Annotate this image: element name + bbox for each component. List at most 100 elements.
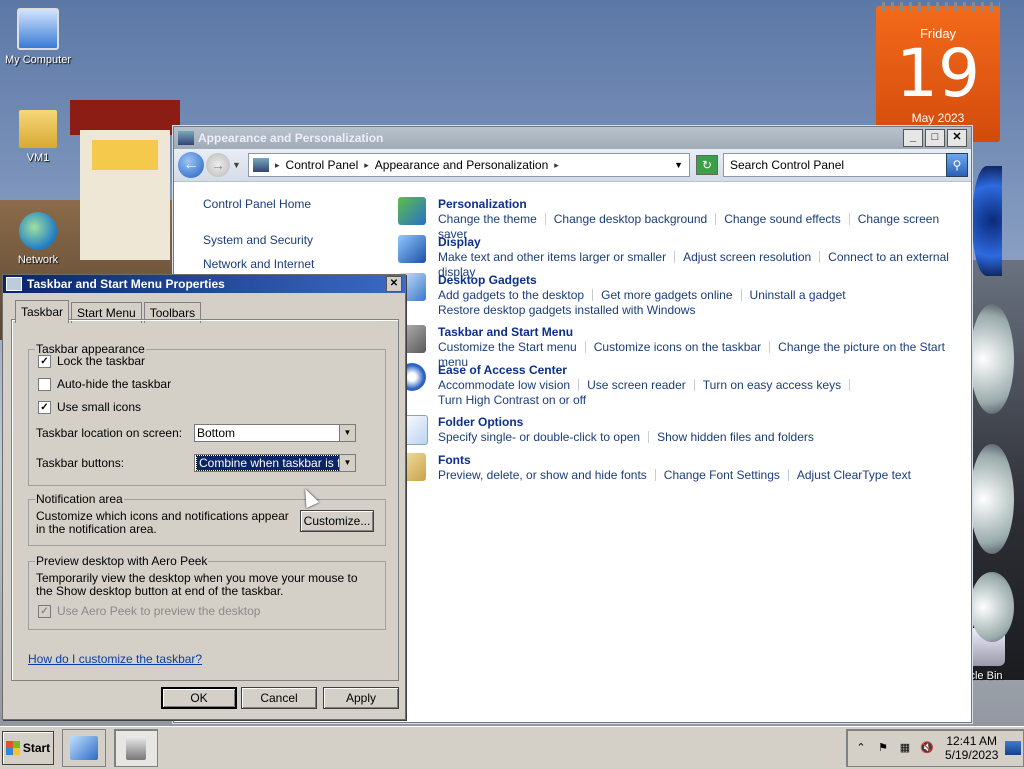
category-title[interactable]: Fonts <box>438 453 964 467</box>
link-easy-access-keys[interactable]: Turn on easy access keys <box>703 378 841 392</box>
link-screen-reader[interactable]: Use screen reader <box>587 378 686 392</box>
small-icons-checkbox[interactable]: ✓ Use small icons <box>38 400 141 414</box>
address-dropdown-icon[interactable]: ▼ <box>674 160 683 170</box>
back-button[interactable]: ← <box>178 152 204 178</box>
category-title[interactable]: Taskbar and Start Menu <box>438 325 964 339</box>
checkbox-box: ✓ <box>38 604 51 618</box>
chevron-right-icon[interactable]: ▸ <box>364 160 369 171</box>
show-desktop-button[interactable] <box>1005 741 1021 755</box>
windows-logo-icon <box>5 741 20 755</box>
link-customize-taskbar-icons[interactable]: Customize icons on the taskbar <box>594 340 761 354</box>
link-change-sound-effects[interactable]: Change sound effects <box>724 212 841 226</box>
clock-gadget-icon[interactable] <box>970 444 1014 554</box>
history-dropdown-icon[interactable]: ▼ <box>232 160 241 170</box>
help-link[interactable]: How do I customize the taskbar? <box>28 652 202 666</box>
personalization-icon <box>398 197 426 225</box>
link-uninstall-gadget[interactable]: Uninstall a gadget <box>750 288 846 302</box>
category-title[interactable]: Display <box>438 235 964 249</box>
desktop-icon-vm1[interactable]: VM1 <box>0 110 76 164</box>
link-change-theme[interactable]: Change the theme <box>438 212 537 226</box>
search-input[interactable]: Search Control Panel <box>723 153 951 177</box>
link-preview-fonts[interactable]: Preview, delete, or show and hide fonts <box>438 468 647 482</box>
network-icon <box>19 212 57 250</box>
link-font-settings[interactable]: Change Font Settings <box>664 468 780 482</box>
tab-taskbar[interactable]: Taskbar <box>15 300 70 323</box>
checkbox-label: Use small icons <box>57 400 142 414</box>
minimize-button[interactable]: _ <box>903 129 923 147</box>
desktop-icon-label: My Computer <box>4 54 72 66</box>
control-panel-icon <box>178 131 194 145</box>
search-icon[interactable]: ⚲ <box>946 153 968 177</box>
close-button[interactable]: ✕ <box>947 129 967 147</box>
desktop-icon-my-computer[interactable]: My Computer <box>0 8 76 66</box>
link-high-contrast[interactable]: Turn High Contrast on or off <box>438 393 586 407</box>
link-change-desktop-background[interactable]: Change desktop background <box>554 212 707 226</box>
category-folder-options: Folder Options Specify single- or double… <box>394 415 964 453</box>
category-title[interactable]: Folder Options <box>438 415 964 429</box>
category-links: Specify single- or double-click to open S… <box>438 430 964 445</box>
start-button[interactable]: Start <box>2 731 54 765</box>
apply-button[interactable]: Apply <box>323 687 399 709</box>
category-title[interactable]: Desktop Gadgets <box>438 273 964 287</box>
link-screen-resolution[interactable]: Adjust screen resolution <box>683 250 811 264</box>
aero-peek-checkbox[interactable]: ✓ Use Aero Peek to preview the desktop <box>38 604 260 618</box>
maximize-button[interactable]: □ <box>925 129 945 147</box>
computer-icon <box>17 8 59 50</box>
nav-network-and-internet[interactable]: Network and Internet <box>203 257 383 271</box>
gadget-blue-dial-icon[interactable] <box>972 166 1002 276</box>
autohide-taskbar-checkbox[interactable]: Auto-hide the taskbar <box>38 377 171 391</box>
breadcrumb-control-panel[interactable]: Control Panel <box>286 158 359 172</box>
clock[interactable]: 12:41 AM 5/19/2023 <box>945 734 998 762</box>
forward-button[interactable]: → <box>206 153 230 177</box>
calendar-gadget[interactable]: Friday 19 May 2023 <box>876 2 1000 142</box>
refresh-icon[interactable]: ↻ <box>696 155 718 175</box>
taskbar-app-control-panel[interactable] <box>114 729 158 767</box>
desktop-icon-network[interactable]: Network <box>0 212 76 266</box>
window-titlebar[interactable]: Appearance and Personalization _ □ ✕ <box>174 127 971 149</box>
network-icon[interactable]: ▦ <box>897 741 913 755</box>
action-center-flag-icon[interactable]: ⚑ <box>875 741 891 755</box>
link-single-double-click[interactable]: Specify single- or double-click to open <box>438 430 640 444</box>
category-title[interactable]: Ease of Access Center <box>438 363 964 377</box>
link-low-vision[interactable]: Accommodate low vision <box>438 378 570 392</box>
chevron-down-icon[interactable]: ▼ <box>339 455 355 471</box>
address-bar[interactable]: ▸ Control Panel ▸ Appearance and Persona… <box>248 153 690 177</box>
lighthouse-window <box>92 140 158 170</box>
taskbar-app-server-manager[interactable] <box>62 729 106 767</box>
chevron-right-icon[interactable]: ▸ <box>554 160 559 171</box>
cancel-button[interactable]: Cancel <box>241 687 317 709</box>
notification-description: Customize which icons and notifications … <box>36 509 289 536</box>
checkbox-box: ✓ <box>38 400 51 414</box>
link-restore-gadgets[interactable]: Restore desktop gadgets installed with W… <box>438 303 695 317</box>
ok-button[interactable]: OK <box>161 687 237 709</box>
breadcrumb-appearance[interactable]: Appearance and Personalization <box>375 158 548 172</box>
chevron-right-icon[interactable]: ▸ <box>275 160 280 171</box>
window-controls: _ □ ✕ <box>903 129 967 147</box>
calendar-month: May 2023 <box>911 111 965 125</box>
dialog-titlebar[interactable]: Taskbar and Start Menu Properties ✕ <box>3 275 405 293</box>
link-customize-start-menu[interactable]: Customize the Start menu <box>438 340 577 354</box>
checkbox-box: ✓ <box>38 354 51 368</box>
window-title: Appearance and Personalization <box>198 131 384 145</box>
category-fonts: Fonts Preview, delete, or show and hide … <box>394 453 964 491</box>
select-value: Combine when taskbar is full <box>195 455 355 471</box>
gadget-icon[interactable] <box>970 572 1014 642</box>
link-add-gadgets[interactable]: Add gadgets to the desktop <box>438 288 584 302</box>
chevron-up-icon[interactable]: ⌃ <box>853 741 869 755</box>
link-text-size[interactable]: Make text and other items larger or smal… <box>438 250 666 264</box>
category-title[interactable]: Personalization <box>438 197 964 211</box>
chevron-down-icon[interactable]: ▼ <box>339 425 355 441</box>
clock-gadget-icon[interactable] <box>970 304 1014 414</box>
taskbar-buttons-select[interactable]: Combine when taskbar is full ▼ <box>194 454 356 472</box>
volume-muted-icon[interactable]: 🔇 <box>919 741 935 755</box>
lock-taskbar-checkbox[interactable]: ✓ Lock the taskbar <box>38 354 145 368</box>
link-hidden-files[interactable]: Show hidden files and folders <box>657 430 814 444</box>
link-more-gadgets[interactable]: Get more gadgets online <box>601 288 732 302</box>
server-manager-icon <box>70 736 98 760</box>
taskbar-location-select[interactable]: Bottom ▼ <box>194 424 356 442</box>
nav-system-and-security[interactable]: System and Security <box>203 233 383 247</box>
customize-button[interactable]: Customize... <box>300 510 374 532</box>
nav-control-panel-home[interactable]: Control Panel Home <box>203 197 383 211</box>
close-button[interactable]: ✕ <box>386 276 402 292</box>
link-cleartype[interactable]: Adjust ClearType text <box>797 468 911 482</box>
